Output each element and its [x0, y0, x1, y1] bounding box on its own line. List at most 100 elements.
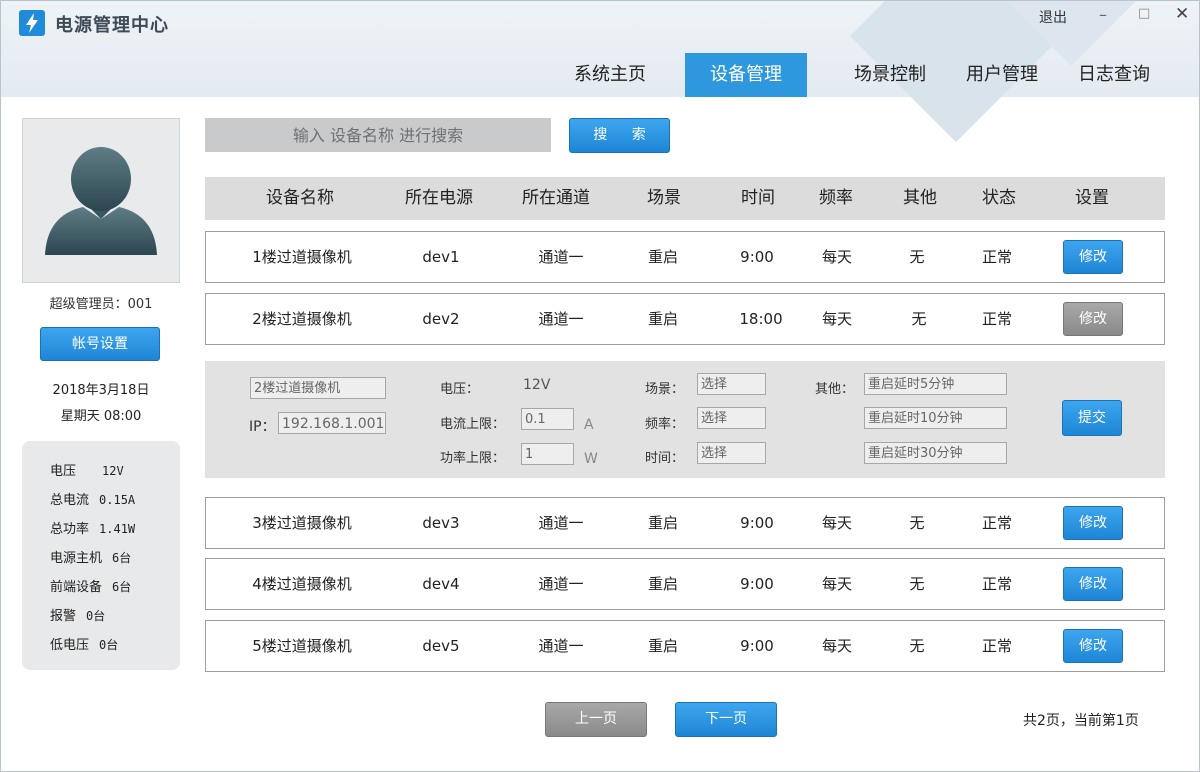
search-input[interactable] — [205, 118, 551, 152]
user-silhouette-icon — [45, 147, 157, 255]
stat-item: 报警 0台 — [50, 609, 106, 624]
channel: 通道一 — [538, 310, 584, 328]
stat-item: 电压 12V — [50, 464, 124, 479]
device-name: 1楼过道摄像机 — [252, 248, 352, 266]
tab-user-management[interactable]: 用户管理 — [949, 53, 1055, 97]
scene: 重启 — [647, 310, 679, 328]
header-bar: 电源管理中心 退出 – □ ✕ 系统主页 设备管理 场景控制 用户管理 日志查询 — [1, 1, 1199, 143]
current-limit-field[interactable]: 0.1 — [521, 408, 574, 430]
device-name: 2楼过道摄像机 — [252, 310, 352, 328]
other-option[interactable]: 重启延时10分钟 — [864, 407, 1007, 429]
other-option[interactable]: 重启延时5分钟 — [864, 373, 1007, 395]
stat-item: 总功率 1.41W — [50, 522, 136, 537]
power-source: dev4 — [422, 575, 460, 593]
voltage-label: 电压： — [440, 382, 480, 397]
scene: 重启 — [647, 575, 679, 593]
power-limit-label: 功率上限： — [440, 451, 506, 466]
table-row: 4楼过道摄像机 dev4 通道一 重启 9:00 每天 无 正常 修改 — [205, 558, 1165, 610]
edit-button[interactable]: 修改 — [1063, 629, 1123, 663]
status: 正常 — [981, 248, 1013, 266]
date-text: 2018年3月18日 — [52, 383, 150, 398]
search-button[interactable]: 搜 索 — [569, 118, 670, 153]
column-header: 其他 — [903, 188, 937, 208]
column-header: 状态 — [982, 188, 1016, 208]
scene-label: 场景： — [645, 382, 685, 397]
column-header: 设备名称 — [266, 188, 334, 208]
tab-scene-control[interactable]: 场景控制 — [837, 53, 943, 97]
power-source: dev2 — [422, 310, 460, 328]
frequency: 每天 — [821, 248, 853, 266]
edit-button[interactable]: 修改 — [1063, 567, 1123, 601]
current-limit-label: 电流上限： — [440, 417, 506, 432]
other: 无 — [909, 248, 925, 266]
time: 9:00 — [740, 637, 774, 655]
minimize-button[interactable]: – — [1099, 5, 1107, 24]
scene-select[interactable]: 选择 — [697, 373, 766, 395]
frequency-label: 频率： — [645, 417, 685, 432]
ip-label: IP： — [249, 419, 276, 435]
edit-button[interactable]: 修改 — [1063, 240, 1123, 274]
channel: 通道一 — [538, 575, 584, 593]
app-window: 电源管理中心 退出 – □ ✕ 系统主页 设备管理 场景控制 用户管理 日志查询… — [0, 0, 1200, 772]
close-button[interactable]: ✕ — [1175, 4, 1189, 24]
account-settings-button[interactable]: 帐号设置 — [40, 327, 160, 361]
edit-button-active[interactable]: 修改 — [1063, 302, 1123, 336]
status: 正常 — [981, 310, 1013, 328]
channel: 通道一 — [538, 637, 584, 655]
stat-item: 电源主机 6台 — [50, 551, 132, 566]
power-source: dev5 — [422, 637, 460, 655]
device-name: 4楼过道摄像机 — [252, 575, 352, 593]
time: 9:00 — [740, 248, 774, 266]
column-header: 频率 — [819, 188, 853, 208]
frequency: 每天 — [821, 310, 853, 328]
avatar — [22, 118, 180, 283]
next-page-button[interactable]: 下一页 — [675, 702, 777, 737]
device-name-field[interactable]: 2楼过道摄像机 — [250, 377, 386, 399]
status: 正常 — [981, 637, 1013, 655]
time-label: 时间： — [645, 451, 685, 466]
time-select[interactable]: 选择 — [697, 442, 766, 464]
stat-item: 前端设备 6台 — [50, 580, 132, 595]
power-source: dev3 — [422, 514, 460, 532]
other: 无 — [911, 310, 927, 328]
power-limit-field[interactable]: 1 — [521, 443, 574, 465]
tab-home[interactable]: 系统主页 — [557, 53, 663, 97]
other-option[interactable]: 重启延时30分钟 — [864, 442, 1007, 464]
other: 无 — [909, 514, 925, 532]
maximize-button[interactable]: □ — [1138, 6, 1150, 21]
scene: 重启 — [647, 637, 679, 655]
frequency: 每天 — [821, 637, 853, 655]
table-row: 3楼过道摄像机 dev3 通道一 重启 9:00 每天 无 正常 修改 — [205, 497, 1165, 549]
ip-field[interactable]: 192.168.1.001 — [278, 412, 386, 434]
table-header: 设备名称 所在电源 所在通道 场景 时间 频率 其他 状态 设置 — [205, 177, 1165, 220]
page-info: 共2页，当前第1页 — [1023, 713, 1139, 729]
channel: 通道一 — [538, 514, 584, 532]
column-header: 所在电源 — [405, 188, 473, 208]
table-row: 2楼过道摄像机 dev2 通道一 重启 18:00 每天 无 正常 修改 — [205, 293, 1165, 345]
time: 9:00 — [740, 575, 774, 593]
status: 正常 — [981, 514, 1013, 532]
prev-page-button[interactable]: 上一页 — [545, 702, 647, 737]
edit-button[interactable]: 修改 — [1063, 506, 1123, 540]
other-label: 其他： — [815, 382, 855, 397]
tab-device-management[interactable]: 设备管理 — [685, 53, 807, 97]
power-unit: W — [584, 451, 598, 467]
tab-log-query[interactable]: 日志查询 — [1061, 53, 1167, 97]
scene: 重启 — [647, 514, 679, 532]
time: 18:00 — [739, 310, 783, 328]
device-name: 3楼过道摄像机 — [252, 514, 352, 532]
table-row: 5楼过道摄像机 dev5 通道一 重启 9:00 每天 无 正常 修改 — [205, 620, 1165, 672]
frequency-select[interactable]: 选择 — [697, 407, 766, 429]
current-unit: A — [584, 417, 594, 433]
device-name: 5楼过道摄像机 — [252, 637, 352, 655]
edit-panel: 2楼过道摄像机 IP： 192.168.1.001 电压： 12V 电流上限： … — [205, 361, 1165, 478]
other: 无 — [909, 637, 925, 655]
column-header: 所在通道 — [522, 188, 590, 208]
exit-button[interactable]: 退出 — [1039, 7, 1067, 27]
user-label: 超级管理员：001 — [49, 297, 153, 312]
scene: 重启 — [647, 248, 679, 266]
submit-button[interactable]: 提交 — [1062, 400, 1122, 436]
column-header: 场景 — [647, 188, 681, 208]
stat-item: 低电压 0台 — [50, 638, 119, 653]
channel: 通道一 — [538, 248, 584, 266]
